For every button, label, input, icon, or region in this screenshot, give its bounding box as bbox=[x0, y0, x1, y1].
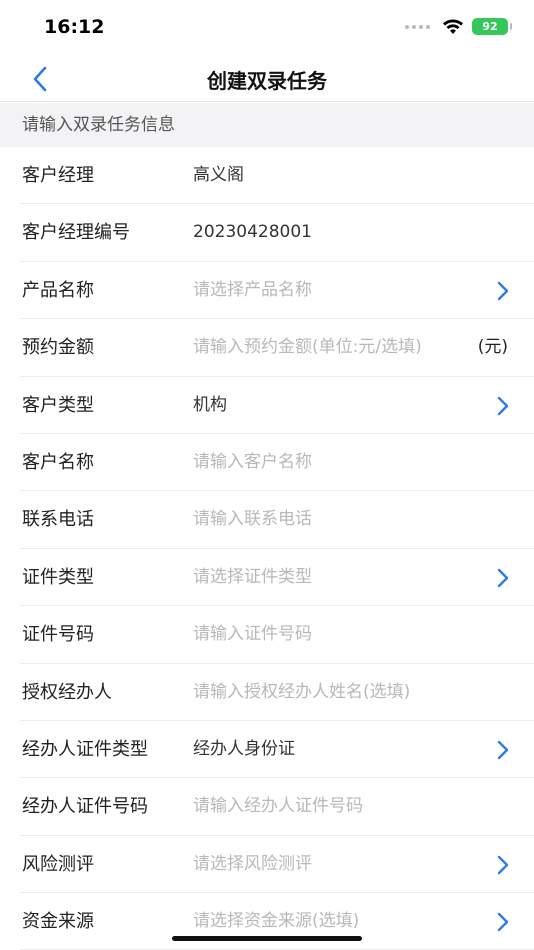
form-row[interactable]: 经办人证件号码 请输入经办人证件号码 bbox=[20, 778, 534, 836]
field-label: 预约金额 bbox=[22, 337, 94, 359]
form-row[interactable]: 联系电话 请输入联系电话 bbox=[20, 491, 534, 549]
field-value[interactable]: 经办人身份证 bbox=[193, 721, 295, 778]
battery-icon: 92 bbox=[472, 18, 512, 35]
status-bar: 16:12 92 bbox=[0, 0, 534, 54]
section-header: 请输入双录任务信息 bbox=[0, 103, 534, 147]
form-row[interactable]: 经办人证件类型 经办人身份证 bbox=[20, 721, 534, 779]
field-label: 授权经办人 bbox=[22, 681, 112, 703]
wifi-icon bbox=[443, 19, 463, 34]
chevron-right-icon[interactable] bbox=[496, 281, 510, 301]
field-value[interactable]: 机构 bbox=[193, 377, 227, 434]
form-row[interactable]: 客户名称 请输入客户名称 bbox=[20, 434, 534, 492]
field-label: 联系电话 bbox=[22, 509, 94, 531]
field-input-placeholder[interactable]: 请输入经办人证件号码 bbox=[193, 778, 363, 835]
status-indicators: 92 bbox=[405, 18, 512, 35]
chevron-right-icon[interactable] bbox=[496, 396, 510, 416]
field-label: 资金来源 bbox=[22, 911, 94, 933]
field-label: 证件号码 bbox=[22, 624, 94, 646]
chevron-right-icon[interactable] bbox=[496, 568, 510, 588]
form-row[interactable]: 风险测评 请选择风险测评 bbox=[20, 836, 534, 894]
field-label: 经办人证件号码 bbox=[22, 796, 148, 818]
form-row[interactable]: 证件类型 请选择证件类型 bbox=[20, 549, 534, 607]
field-input-placeholder[interactable]: 请输入客户名称 bbox=[193, 434, 312, 491]
field-label: 经办人证件类型 bbox=[22, 738, 148, 760]
field-label: 客户经理编号 bbox=[22, 222, 130, 244]
field-input-placeholder[interactable]: 请输入授权经办人姓名(选填) bbox=[193, 664, 410, 721]
chevron-right-icon[interactable] bbox=[496, 912, 510, 932]
form-row[interactable]: 预约金额 请输入预约金额(单位:元/选填) (元) bbox=[20, 319, 534, 377]
field-value[interactable]: 20230428001 bbox=[193, 204, 312, 261]
unit-suffix: (元) bbox=[477, 337, 508, 358]
form-row[interactable]: 资金来源 请选择资金来源(选填) bbox=[20, 893, 534, 950]
field-label: 证件类型 bbox=[22, 566, 94, 588]
field-input-placeholder[interactable]: 请输入证件号码 bbox=[193, 606, 312, 663]
field-label: 客户经理 bbox=[22, 165, 94, 186]
form-row[interactable]: 客户经理编号 20230428001 bbox=[20, 204, 534, 262]
field-label: 风险测评 bbox=[22, 853, 94, 875]
field-label: 客户类型 bbox=[22, 394, 94, 416]
field-value[interactable]: 高义阁 bbox=[193, 147, 244, 204]
chevron-right-icon[interactable] bbox=[496, 740, 510, 760]
form-row[interactable]: 授权经办人 请输入授权经办人姓名(选填) bbox=[20, 664, 534, 721]
field-input-placeholder[interactable]: 请选择风险测评 bbox=[193, 836, 312, 893]
status-time: 16:12 bbox=[44, 16, 105, 38]
form-row[interactable]: 客户经理 高义阁 bbox=[20, 147, 534, 205]
page-title: 创建双录任务 bbox=[207, 69, 327, 93]
field-input-placeholder[interactable]: 请选择产品名称 bbox=[193, 262, 312, 319]
navigation-bar: 创建双录任务 bbox=[0, 54, 534, 102]
form-row[interactable]: 证件号码 请输入证件号码 bbox=[20, 606, 534, 664]
battery-level: 92 bbox=[482, 20, 498, 33]
cellular-signal-icon bbox=[405, 24, 430, 29]
field-input-placeholder[interactable]: 请输入预约金额(单位:元/选填) bbox=[193, 319, 422, 376]
home-indicator bbox=[172, 936, 362, 941]
field-input-placeholder[interactable]: 请输入联系电话 bbox=[193, 491, 312, 548]
field-label: 客户名称 bbox=[22, 451, 94, 473]
form-row[interactable]: 产品名称 请选择产品名称 bbox=[20, 262, 534, 320]
task-form: 客户经理 高义阁 客户经理编号 20230428001 产品名称 请选择产品名称 预约金额请… bbox=[0, 147, 534, 950]
field-input-placeholder[interactable]: 请选择证件类型 bbox=[193, 549, 312, 606]
chevron-right-icon[interactable] bbox=[496, 855, 510, 875]
form-row[interactable]: 客户类型 机构 bbox=[20, 377, 534, 434]
field-label: 产品名称 bbox=[22, 279, 94, 301]
field-input-placeholder[interactable]: 请选择资金来源(选填) bbox=[193, 893, 359, 950]
